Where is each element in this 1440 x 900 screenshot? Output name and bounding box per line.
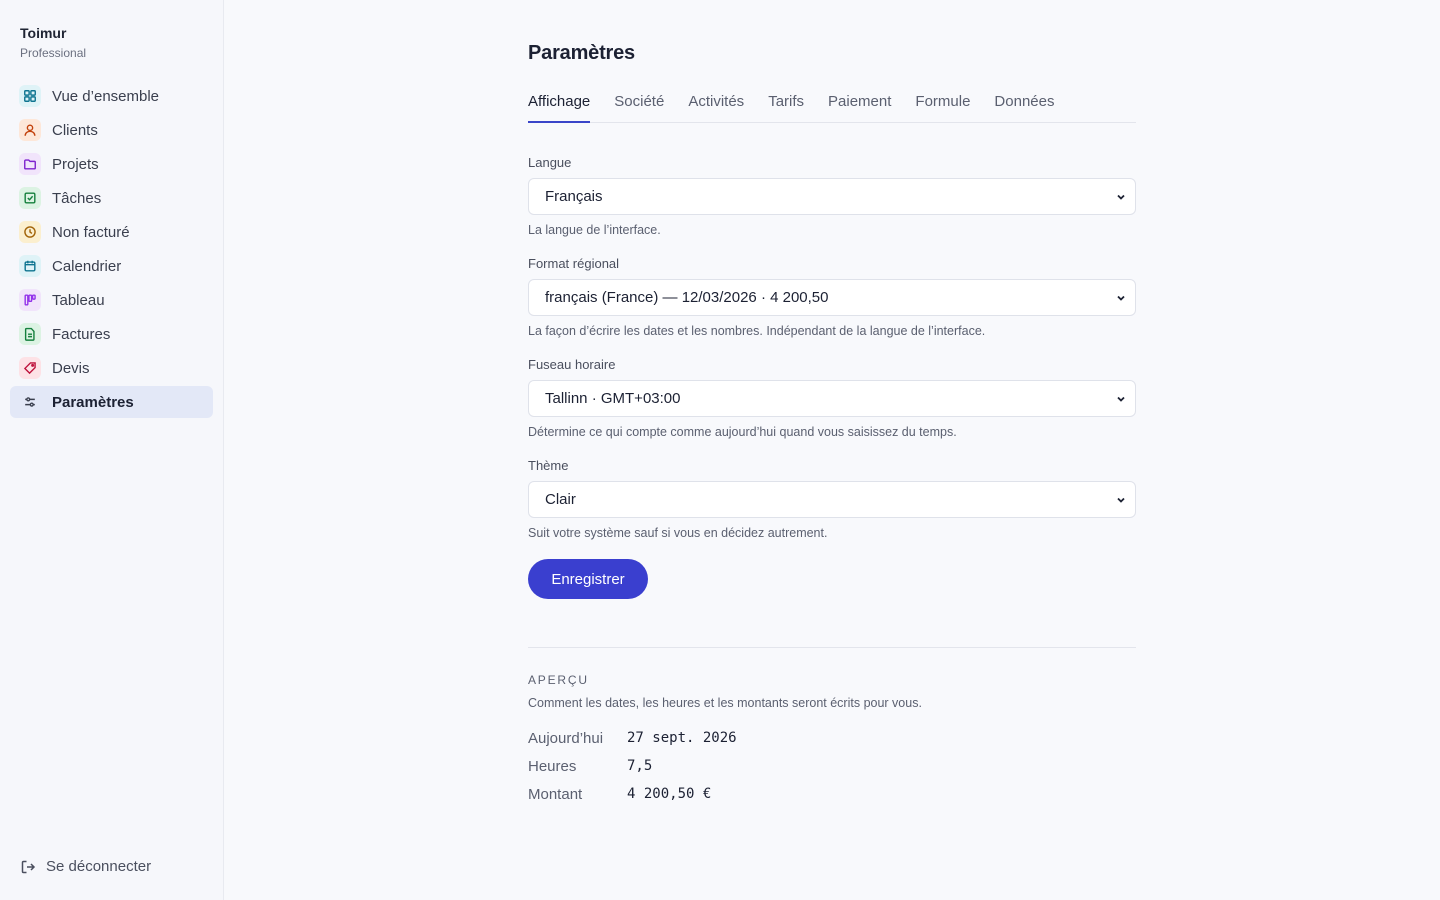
regional-format-select[interactable]: français (France) — 12/03/2026 · 4 200,5…	[528, 279, 1136, 316]
theme-field: Thème Clair Suit votre système sauf si v…	[528, 458, 1136, 541]
timezone-field: Fuseau horaire Tallinn · GMT+03:00 Déter…	[528, 357, 1136, 440]
tab-formule[interactable]: Formule	[915, 88, 970, 123]
regional-format-value: français (France) — 12/03/2026 · 4 200,5…	[545, 289, 829, 306]
language-field: Langue Français La langue de l’interface…	[528, 155, 1136, 238]
divider	[528, 647, 1136, 648]
sidebar-item-settings[interactable]: Paramètres	[10, 386, 213, 418]
preview-value: 4 200,50 €	[627, 786, 712, 802]
brand: Toimur Professional	[20, 24, 86, 61]
preview-row-amount: Montant 4 200,50 €	[528, 784, 711, 804]
theme-select[interactable]: Clair	[528, 481, 1136, 518]
preview-heading: APERÇU	[528, 673, 589, 687]
language-help: La langue de l’interface.	[528, 223, 661, 237]
logout-button[interactable]: Se déconnecter	[20, 858, 151, 875]
preview-key: Aujourd’hui	[528, 729, 604, 747]
language-select[interactable]: Français	[528, 178, 1136, 215]
sidebar-item-quotes[interactable]: Devis	[10, 352, 213, 384]
preview-row-today: Aujourd’hui 27 sept. 2026	[528, 728, 737, 748]
page-title: Paramètres	[528, 42, 635, 64]
sidebar-nav: Vue d’ensemble Clients Projets Tâches No…	[10, 80, 213, 420]
timezone-help: Détermine ce qui compte comme aujourd’hu…	[528, 425, 957, 439]
sidebar-item-label: Devis	[52, 359, 90, 377]
chevron-down-icon	[1117, 396, 1125, 402]
sidebar-item-label: Vue d’ensemble	[52, 87, 160, 105]
preview-value: 7,5	[627, 758, 653, 774]
language-value: Français	[545, 188, 603, 205]
brand-name: Toimur	[20, 25, 67, 41]
sidebar-item-label: Calendrier	[52, 257, 122, 275]
folder-icon	[19, 153, 41, 175]
grid-icon	[19, 85, 41, 107]
sidebar-item-label: Clients	[52, 121, 98, 139]
chevron-down-icon	[1117, 295, 1125, 301]
tag-icon	[19, 357, 41, 379]
sidebar-item-label: Paramètres	[52, 393, 134, 411]
sidebar-item-tasks[interactable]: Tâches	[10, 182, 213, 214]
preview-key: Heures	[528, 757, 577, 775]
preview-value: 27 sept. 2026	[627, 730, 737, 746]
kanban-icon	[19, 289, 41, 311]
calendar-icon	[19, 255, 41, 277]
tab-societe[interactable]: Société	[614, 88, 664, 123]
sidebar-item-label: Tâches	[52, 189, 102, 207]
timezone-value: Tallinn · GMT+03:00	[545, 390, 681, 407]
sidebar-item-invoices[interactable]: Factures	[10, 318, 213, 350]
check-square-icon	[19, 187, 41, 209]
clock-icon	[19, 221, 41, 243]
tab-tarifs[interactable]: Tarifs	[768, 88, 804, 123]
language-label: Langue	[528, 155, 572, 170]
sidebar-item-calendar[interactable]: Calendrier	[10, 250, 213, 282]
timezone-select[interactable]: Tallinn · GMT+03:00	[528, 380, 1136, 417]
sidebar-item-label: Tableau	[52, 291, 105, 309]
tab-activites[interactable]: Activités	[688, 88, 744, 123]
sidebar-item-label: Non facturé	[52, 223, 130, 241]
sidebar: Toimur Professional Vue d’ensemble Clien…	[0, 0, 224, 900]
preview-subtitle: Comment les dates, les heures et les mon…	[528, 696, 922, 710]
file-icon	[19, 323, 41, 345]
logout-label: Se déconnecter	[46, 858, 152, 875]
regional-format-help: La façon d’écrire les dates et les nombr…	[528, 324, 986, 338]
logout-icon	[21, 860, 36, 873]
regional-format-label: Format régional	[528, 256, 620, 271]
sidebar-item-board[interactable]: Tableau	[10, 284, 213, 316]
settings-tabs: Affichage Société Activités Tarifs Paiem…	[528, 88, 1136, 123]
brand-plan: Professional	[20, 46, 87, 60]
sidebar-item-clients[interactable]: Clients	[10, 114, 213, 146]
sliders-icon	[19, 391, 41, 413]
preview-key: Montant	[528, 785, 583, 803]
save-button[interactable]: Enregistrer	[528, 559, 648, 599]
sidebar-item-overview[interactable]: Vue d’ensemble	[10, 80, 213, 112]
chevron-down-icon	[1117, 497, 1125, 503]
user-icon	[19, 119, 41, 141]
theme-help: Suit votre système sauf si vous en décid…	[528, 526, 828, 540]
sidebar-item-label: Factures	[52, 325, 111, 343]
tab-donnees[interactable]: Données	[994, 88, 1054, 123]
theme-value: Clair	[545, 491, 576, 508]
sidebar-item-label: Projets	[52, 155, 99, 173]
timezone-label: Fuseau horaire	[528, 357, 616, 372]
tab-affichage[interactable]: Affichage	[528, 88, 591, 123]
sidebar-item-unbilled[interactable]: Non facturé	[10, 216, 213, 248]
sidebar-item-projects[interactable]: Projets	[10, 148, 213, 180]
theme-label: Thème	[528, 458, 569, 473]
chevron-down-icon	[1117, 194, 1125, 200]
tab-paiement[interactable]: Paiement	[828, 88, 891, 123]
preview-row-hours: Heures 7,5	[528, 756, 652, 776]
regional-format-field: Format régional français (France) — 12/0…	[528, 256, 1136, 339]
